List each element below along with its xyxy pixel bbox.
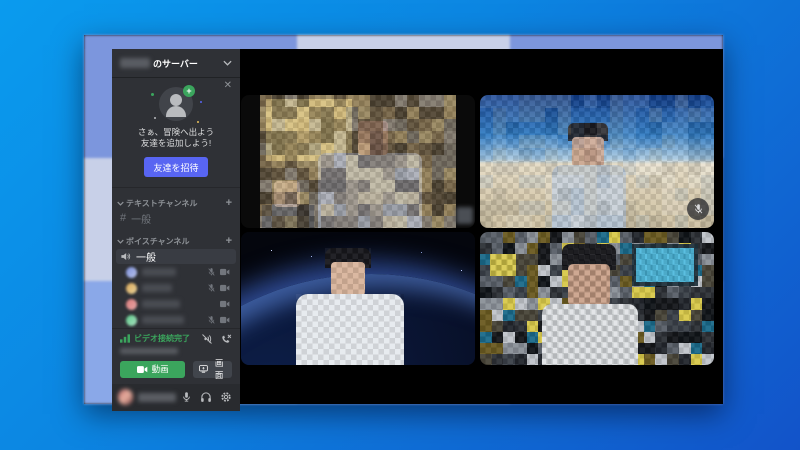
voice-user-avatar: [126, 266, 137, 278]
voice-channel-general[interactable]: 一般: [116, 248, 236, 264]
video-tile-indoor[interactable]: [241, 95, 475, 228]
screen-share-icon: [199, 365, 209, 374]
mic-muted-icon: [207, 315, 216, 325]
create-voice-channel-icon[interactable]: +: [226, 236, 232, 247]
voice-user-list: [112, 264, 240, 328]
camera-icon: [136, 366, 147, 373]
camera-on-icon: [220, 316, 230, 324]
video-tile-beach[interactable]: [480, 95, 714, 228]
create-text-channel-icon[interactable]: +: [226, 198, 232, 209]
camera-on-icon: [220, 300, 230, 308]
video-tile-room[interactable]: [480, 232, 714, 365]
disconnect-call-icon[interactable]: [220, 333, 232, 345]
participant-label-redacted: [456, 207, 473, 224]
screen-share-button[interactable]: 画面: [193, 358, 232, 380]
banner-line1: さぁ、冒険へ出よう: [137, 127, 215, 137]
chevron-down-icon: [223, 60, 232, 66]
noise-suppression-icon[interactable]: [201, 333, 213, 345]
video-tile-earth-background[interactable]: [241, 232, 475, 365]
connection-status-label: ビデオ接続完了: [134, 334, 190, 344]
server-icon[interactable]: [84, 35, 723, 404]
server-name-suffix: のサーバー: [153, 58, 198, 69]
text-category-label: テキストチャンネル: [126, 198, 198, 208]
voice-category-label: ボイスチャンネル: [126, 236, 190, 246]
voice-user-avatar: [126, 314, 137, 326]
voice-channel-label: 一般: [136, 252, 156, 264]
headphones-icon[interactable]: [200, 391, 212, 403]
text-channels-category[interactable]: テキストチャンネル +: [112, 198, 240, 209]
server-rail: [84, 35, 723, 404]
connection-signal-icon: [120, 334, 130, 344]
voice-channels-category[interactable]: ボイスチャンネル +: [112, 236, 240, 247]
voice-user-row[interactable]: [126, 265, 236, 280]
voice-status-panel: ビデオ接続完了 動画 画面: [112, 327, 240, 384]
channel-sidebar: のサーバー ✕ + さぁ、冒険へ出よう 友達を追加しよう! 友達を招待 テキスト…: [112, 49, 240, 411]
voice-user-name-redacted: [142, 300, 180, 309]
voice-user-avatar: [126, 298, 137, 310]
add-friend-illustration: +: [151, 85, 202, 123]
voice-user-name-redacted: [142, 268, 176, 277]
voice-user-row[interactable]: [126, 313, 236, 328]
camera-on-icon: [220, 268, 230, 276]
voice-user-row[interactable]: [126, 281, 236, 296]
discord-window: DISCORD − □ ×: [84, 35, 723, 411]
voice-user-avatar: [126, 282, 137, 294]
chevron-down-icon: [117, 239, 124, 244]
mic-muted-icon: [207, 283, 216, 293]
banner-close-icon[interactable]: ✕: [224, 81, 232, 91]
video-call-area: [240, 49, 723, 404]
text-channel-label: 一般: [131, 214, 152, 226]
user-bar: [112, 383, 240, 411]
channel-location-redacted: [120, 347, 178, 354]
camera-on-icon: [220, 284, 230, 292]
mic-muted-icon: [207, 267, 216, 277]
chevron-down-icon: [117, 201, 124, 206]
green-plus-badge: +: [183, 85, 195, 97]
text-channel-general[interactable]: # 一般: [116, 211, 236, 226]
video-button[interactable]: 動画: [120, 360, 186, 378]
self-username-redacted: [138, 392, 176, 402]
voice-user-row[interactable]: [126, 297, 236, 312]
gear-icon[interactable]: [220, 391, 232, 403]
voice-user-name-redacted: [142, 284, 172, 293]
hash-icon: #: [120, 212, 127, 225]
participant-muted-icon: [687, 198, 709, 220]
banner-line2: 友達を追加しよう!: [140, 138, 212, 149]
mic-icon[interactable]: [181, 391, 192, 403]
self-avatar[interactable]: [118, 389, 134, 406]
voice-user-name-redacted: [142, 316, 184, 325]
speaker-icon: [121, 253, 131, 260]
invite-friends-button[interactable]: 友達を招待: [144, 156, 208, 177]
invite-banner: ✕ + さぁ、冒険へ出よう 友達を追加しよう! 友達を招待: [112, 77, 240, 188]
server-name-redacted: [120, 58, 150, 68]
server-header[interactable]: のサーバー: [112, 49, 240, 77]
